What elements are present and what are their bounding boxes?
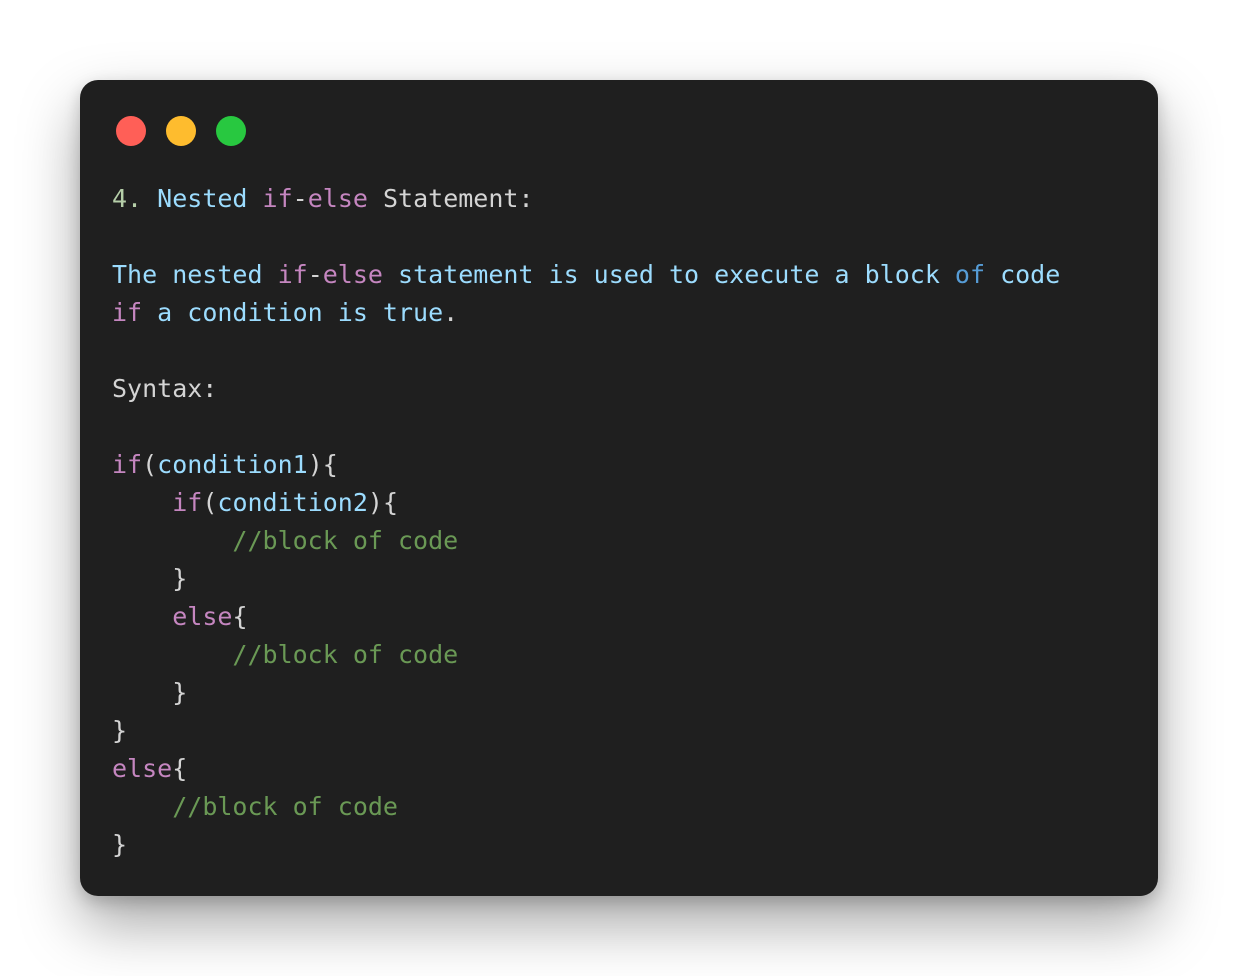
code-line: 4. Nested if-else Statement: <box>112 180 1060 218</box>
keyword-token: of <box>954 260 986 289</box>
identifier-token: condition2 <box>217 488 368 517</box>
code-line: //block of code <box>112 788 1060 826</box>
identifier-token: The nested <box>112 260 278 289</box>
identifier-token: statement is used to execute a block <box>382 260 955 289</box>
punctuation-token: Syntax: <box>112 374 218 403</box>
code-line: if(condition2){ <box>112 484 1060 522</box>
keyword-token: if <box>172 488 203 517</box>
punctuation-token <box>112 792 172 821</box>
punctuation-token <box>112 640 232 669</box>
code-line: //block of code <box>112 636 1060 674</box>
punctuation-token: ){ <box>367 488 399 517</box>
punctuation-token: } <box>112 678 188 707</box>
punctuation-token: ( <box>142 450 158 479</box>
punctuation-token <box>142 184 157 213</box>
code-line: } <box>112 712 1060 750</box>
comment-token: //block of code <box>232 640 459 669</box>
code-line: if(condition1){ <box>112 446 1060 484</box>
code-line: else{ <box>112 750 1060 788</box>
punctuation-token: } <box>112 564 188 593</box>
code-block: 4. Nested if-else Statement: The nested … <box>112 180 1060 864</box>
code-line: if a condition is true. <box>112 294 1060 332</box>
comment-token: //block of code <box>232 526 459 555</box>
punctuation-token: { <box>172 754 188 783</box>
keyword-token: else <box>322 260 383 289</box>
code-line: The nested if-else statement is used to … <box>112 256 1060 294</box>
identifier-token: condition1 <box>157 450 308 479</box>
punctuation-token <box>112 488 172 517</box>
code-line: } <box>112 674 1060 712</box>
punctuation-token: - <box>292 184 308 213</box>
punctuation-token: - <box>307 260 323 289</box>
punctuation-token: ( <box>202 488 218 517</box>
keyword-token: if <box>262 184 293 213</box>
punctuation-token: } <box>112 830 128 859</box>
code-line: else{ <box>112 598 1060 636</box>
comment-token: //block of code <box>172 792 398 821</box>
code-line: } <box>112 826 1060 864</box>
code-line: } <box>112 560 1060 598</box>
punctuation-token <box>112 526 232 555</box>
identifier-token: a condition is true <box>142 298 444 327</box>
number-token: 4. <box>112 184 143 213</box>
punctuation-token <box>112 602 172 631</box>
punctuation-token: ){ <box>307 450 338 479</box>
punctuation-token: Statement: <box>367 184 534 213</box>
close-dot[interactable] <box>116 116 146 146</box>
keyword-token: if <box>112 450 143 479</box>
keyword-token: else <box>172 602 233 631</box>
keyword-token: if <box>112 298 143 327</box>
punctuation-token <box>247 184 262 213</box>
minimize-dot[interactable] <box>166 116 196 146</box>
punctuation-token: . <box>443 298 459 327</box>
keyword-token: else <box>307 184 368 213</box>
identifier-token: Nested <box>157 184 248 213</box>
punctuation-token: { <box>232 602 248 631</box>
code-window: 4. Nested if-else Statement: The nested … <box>80 80 1158 896</box>
identifier-token: code <box>985 260 1061 289</box>
keyword-token: else <box>112 754 173 783</box>
maximize-dot[interactable] <box>216 116 246 146</box>
punctuation-token: } <box>112 716 128 745</box>
code-line: Syntax: <box>112 370 1060 408</box>
code-line: //block of code <box>112 522 1060 560</box>
keyword-token: if <box>277 260 308 289</box>
